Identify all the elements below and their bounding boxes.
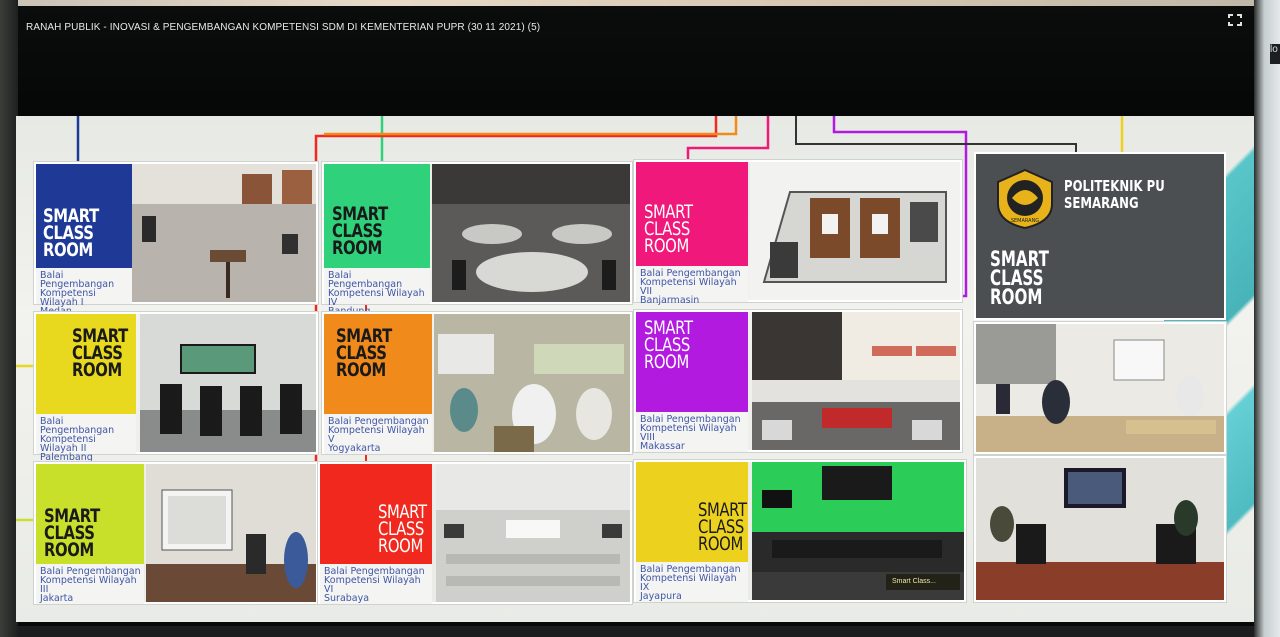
classroom-photo-jakarta [146, 464, 316, 602]
card-makassar: SMART CLASS ROOM Balai Pengembangan Kompete… [634, 310, 962, 452]
card-jakarta: SMART CLASS ROOM Balai Pengembangan Kompete… [34, 462, 318, 604]
card-caption-medan: Balai Pengembangan Kompetensi Wilayah I Me… [36, 268, 132, 316]
color-panel-jayapura: SMART CLASS ROOM [636, 462, 748, 562]
smart-class-room-label: SMART CLASS ROOM [990, 247, 1049, 309]
svg-text:SEMARANG: SEMARANG [1011, 218, 1039, 224]
card-caption-makassar: Balai Pengembangan Kompetensi Wilayah VII… [636, 412, 748, 452]
smart-classroom-overlay-label[interactable]: Smart Class... [886, 574, 960, 590]
color-panel-jakarta: SMART CLASS ROOM [36, 464, 144, 564]
card-caption-yogyakarta: Balai Pengembangan Kompetensi Wilayah V Yo… [324, 414, 432, 454]
card-caption-palembang: Balai Pengembangan Kompetensi Wilayah II P… [36, 414, 136, 462]
smart-class-room-label: SMART CLASS ROOM [378, 501, 427, 557]
card-caption-banjarmasin: Balai Pengembangan Kompetensi Wilayah VII… [636, 266, 748, 305]
video-title-bar: RANAH PUBLIK - INOVASI & PENGEMBANGAN KO… [18, 6, 1254, 124]
classroom-photo-yogyakarta [434, 314, 630, 452]
classroom-photo-surabaya [436, 464, 630, 602]
color-panel-bandung: SMART CLASS ROOM [324, 164, 430, 268]
color-panel-medan: SMART CLASS ROOM [36, 164, 132, 268]
card-banjarmasin: SMART CLASS ROOM Balai Pengembangan Kompete… [634, 160, 962, 305]
card-medan: SMART CLASS ROOM Balai Pengembangan Kompete… [34, 162, 318, 316]
classroom-photo-palembang [140, 314, 316, 452]
video-title: RANAH PUBLIK - INOVASI & PENGEMBANGAN KO… [26, 22, 541, 33]
color-panel-palembang: SMART CLASS ROOM [36, 314, 136, 414]
video-controls-bar [18, 626, 1254, 637]
smart-class-room-label: SMART CLASS ROOM [698, 499, 747, 555]
smart-class-room-label: SMART CLASS ROOM [43, 205, 99, 261]
adjacent-window-label: lo [1270, 44, 1280, 64]
smart-class-room-label: SMART CLASS ROOM [72, 325, 128, 381]
smart-class-room-label: SMART CLASS ROOM [644, 317, 693, 373]
classroom-photo-semarang-1 [974, 322, 1226, 454]
exit-fullscreen-icon[interactable] [1226, 12, 1244, 28]
classroom-photo-semarang-2 [974, 456, 1226, 602]
color-panel-banjarmasin: SMART CLASS ROOM [636, 162, 748, 266]
card-caption-jayapura: Balai Pengembangan Kompetensi Wilayah IX J… [636, 562, 748, 602]
adjacent-window-edge: lo [1254, 0, 1280, 637]
card-caption-jakarta: Balai Pengembangan Kompetensi Wilayah III… [36, 564, 144, 604]
politeknik-logo: SEMARANG [994, 168, 1056, 230]
color-panel-surabaya: SMART CLASS ROOM [320, 464, 432, 564]
card-caption-bandung: Balai Pengembangan Kompetensi Wilayah IV B… [324, 268, 430, 316]
classroom-photo-bandung [432, 164, 630, 302]
floorplan-render-banjarmasin [750, 162, 960, 300]
politeknik-name: POLITEKNIK PU SEMARANG [1064, 177, 1165, 212]
politeknik-card: SEMARANG POLITEKNIK PU SEMARANG SMART CLAS… [974, 152, 1226, 320]
smart-class-room-label: SMART CLASS ROOM [336, 325, 392, 381]
presentation-slide: SMART CLASS ROOM Balai Pengembangan Kompete… [16, 116, 1254, 622]
card-caption-surabaya: Balai Pengembangan Kompetensi Wilayah VI S… [320, 564, 432, 604]
smart-class-room-label: SMART CLASS ROOM [644, 201, 693, 257]
card-yogyakarta: SMART CLASS ROOM Balai Pengembangan Kompete… [322, 312, 632, 454]
color-panel-yogyakarta: SMART CLASS ROOM [324, 314, 432, 414]
classroom-photo-medan [132, 164, 316, 302]
color-panel-makassar: SMART CLASS ROOM [636, 312, 748, 412]
smart-class-room-label: SMART CLASS ROOM [44, 505, 100, 561]
classroom-photo-makassar [752, 312, 960, 380]
card-palembang: SMART CLASS ROOM Balai Pengembangan Kompete… [34, 312, 318, 462]
classroom-photo-makassar-2 [752, 380, 960, 450]
card-surabaya: SMART CLASS ROOM Balai Pengembangan Kompete… [318, 462, 632, 604]
smart-class-room-label: SMART CLASS ROOM [332, 203, 388, 259]
card-bandung: SMART CLASS ROOM Balai Pengembangan Kompete… [322, 162, 632, 316]
